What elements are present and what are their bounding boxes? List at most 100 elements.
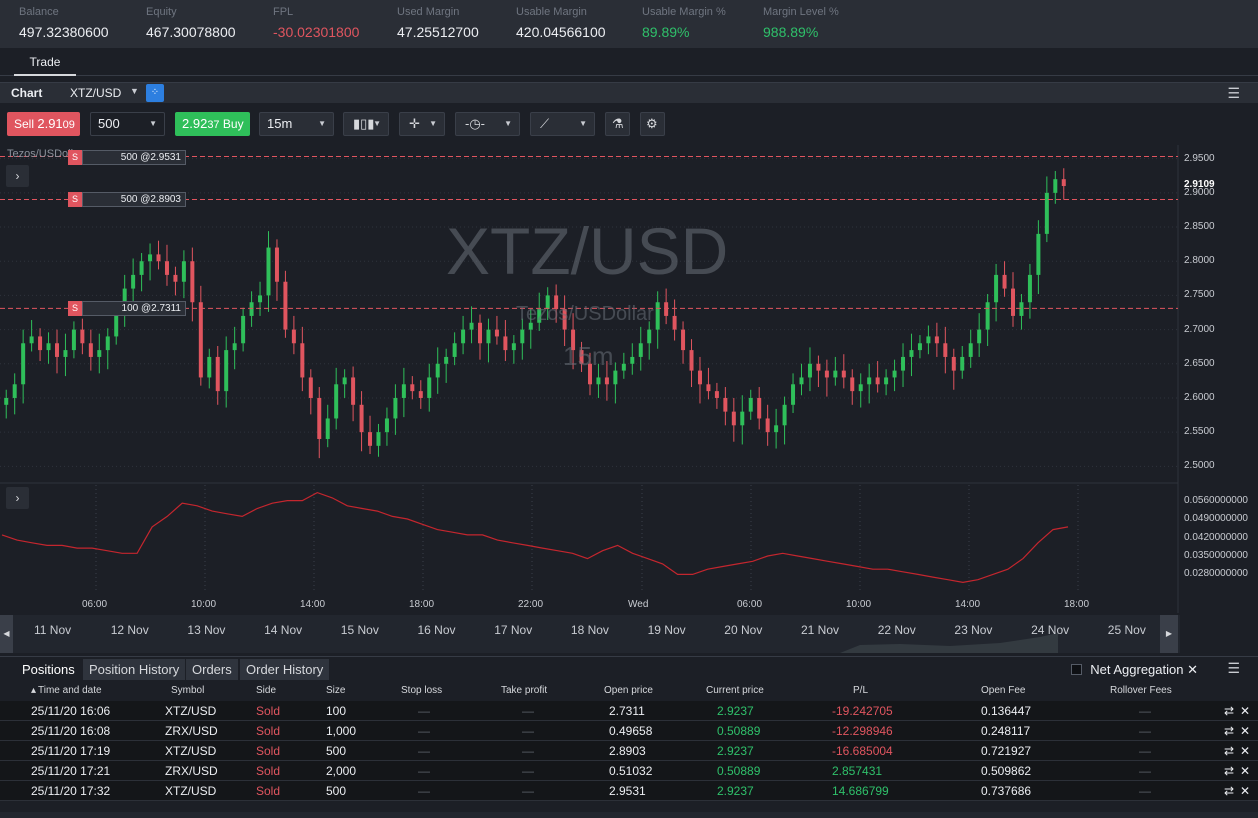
close-icon[interactable]: ✕ <box>1240 744 1250 758</box>
cell-take-profit: — <box>522 724 534 738</box>
chevron-left-icon: ◀ <box>3 629 10 638</box>
crosshair-button[interactable]: ✛ ▼ <box>399 112 445 136</box>
tab-position-history[interactable]: Position History <box>83 659 186 680</box>
chevron-down-icon: ▼ <box>149 119 157 128</box>
candle-body <box>224 350 229 392</box>
indicators-button[interactable]: ⚗ <box>605 112 630 136</box>
positions-table: 25/11/20 16:06 XTZ/USD Sold 100 — — 2.7311 2.92… <box>0 701 1258 801</box>
col-time[interactable]: Time and date <box>38 685 102 696</box>
order-side-badge: S <box>68 192 82 208</box>
link-icon[interactable]: ⁘ <box>146 84 164 102</box>
candle-body <box>613 370 618 385</box>
candle-body <box>858 384 863 392</box>
cell-size: 500 <box>326 784 347 798</box>
candle-body <box>291 329 296 344</box>
net-aggregation-toggle[interactable]: Net Aggregation ✕ <box>1071 662 1198 678</box>
col-symbol[interactable]: Symbol <box>171 685 204 696</box>
col-rollover-fees[interactable]: Rollover Fees <box>1110 685 1172 696</box>
cell-take-profit: — <box>522 704 534 718</box>
chevron-down-icon[interactable]: ▼ <box>130 86 139 96</box>
col-side[interactable]: Side <box>256 685 276 696</box>
summary-cell: Usable Margin 420.04566100 <box>497 0 623 48</box>
timeframe-select[interactable]: 15m ▼ <box>259 112 334 136</box>
order-side-badge: S <box>68 301 82 317</box>
close-icon[interactable]: ✕ <box>1240 724 1250 738</box>
candle-body <box>604 377 609 385</box>
order-tag[interactable]: S 500 @2.9531 <box>68 149 186 165</box>
summary-label: Used Margin <box>397 6 460 18</box>
time-tool-button[interactable]: -◷- ▼ <box>455 112 520 136</box>
price-tick-label: 2.5000 <box>1184 460 1215 472</box>
table-row[interactable]: 25/11/20 17:21 ZRX/USD Sold 2,000 — — 0.51032 0… <box>0 761 1258 781</box>
col-open-price[interactable]: Open price <box>604 685 653 696</box>
symbol-selector[interactable]: XTZ/USD <box>70 86 121 100</box>
cell-rollover: — <box>1139 784 1151 798</box>
time-tick-label: 22:00 <box>518 599 544 610</box>
navigator-right-handle[interactable]: ▶ <box>1160 615 1178 653</box>
order-tag-label: 500 @2.8903 <box>82 192 186 208</box>
sell-price-tail: 09 <box>62 119 75 131</box>
order-tag[interactable]: S 100 @2.7311 <box>68 301 186 317</box>
trendline-icon: ⟋ <box>540 116 550 131</box>
reverse-icon[interactable]: ⇄ <box>1224 704 1234 718</box>
price-tick-label: 2.8500 <box>1184 221 1215 233</box>
watermark-symbol: XTZ/USD <box>446 214 729 288</box>
close-icon[interactable]: ✕ <box>1187 662 1198 677</box>
cell-side: Sold <box>256 784 281 798</box>
candle-body <box>452 343 457 357</box>
tab-trade[interactable]: Trade <box>14 48 76 76</box>
tab-order-history[interactable]: Order History <box>240 659 330 680</box>
tab-positions[interactable]: Positions <box>16 659 81 680</box>
cell-pl: -16.685004 <box>832 744 893 758</box>
navigator-left-handle[interactable]: ◀ <box>0 615 13 653</box>
time-navigator[interactable]: 11 Nov 12 Nov 13 Nov 14 Nov 15 Nov 16 Nov 17 N… <box>0 615 1180 653</box>
table-row[interactable]: 25/11/20 17:32 XTZ/USD Sold 500 — — 2.9531 2.92… <box>0 781 1258 801</box>
candle-body <box>951 356 956 371</box>
close-icon[interactable]: ✕ <box>1240 784 1250 798</box>
chart-type-button[interactable]: ▮▯▮ ▼ <box>343 112 389 136</box>
candle-body <box>359 404 364 433</box>
hamburger-icon[interactable]: ☰ <box>1227 660 1240 677</box>
buy-button[interactable]: 2.9237 Buy <box>175 112 250 136</box>
candle-body <box>664 302 669 316</box>
candle-body <box>884 377 889 385</box>
col-current-price[interactable]: Current price <box>706 685 764 696</box>
table-row[interactable]: 25/11/20 16:06 XTZ/USD Sold 100 — — 2.7311 2.92… <box>0 701 1258 721</box>
draw-tool-button[interactable]: ⟋ ▼ <box>530 112 595 136</box>
reverse-icon[interactable]: ⇄ <box>1224 764 1234 778</box>
col-open-fee[interactable]: Open Fee <box>981 685 1025 696</box>
expand-indicator-button[interactable]: › <box>6 487 29 509</box>
candle-body <box>943 343 948 357</box>
settings-button[interactable]: ⚙ <box>640 112 665 136</box>
price-chart[interactable]: XTZ/USD Tezos/USDollar 15m Tezos/USDolla… <box>0 145 1258 655</box>
sell-button[interactable]: Sell 2.9109 <box>7 112 80 136</box>
table-row[interactable]: 25/11/20 17:19 XTZ/USD Sold 500 — — 2.8903 2.92… <box>0 741 1258 761</box>
chevron-down-icon: ▼ <box>373 119 381 128</box>
close-icon[interactable]: ✕ <box>1240 704 1250 718</box>
hamburger-icon[interactable]: ☰ <box>1227 85 1240 102</box>
col-stop-loss[interactable]: Stop loss <box>401 685 442 696</box>
table-row[interactable]: 25/11/20 16:08 ZRX/USD Sold 1,000 — — 0.49658 0… <box>0 721 1258 741</box>
sort-asc-icon[interactable]: ▴ <box>31 685 36 696</box>
col-size[interactable]: Size <box>326 685 345 696</box>
expand-legend-button[interactable]: › <box>6 165 29 187</box>
checkbox-icon[interactable] <box>1071 664 1083 675</box>
cell-stop-loss: — <box>418 704 430 718</box>
reverse-icon[interactable]: ⇄ <box>1224 784 1234 798</box>
candle-body <box>994 274 999 303</box>
cell-symbol: ZRX/USD <box>165 724 218 738</box>
candle-body <box>207 356 212 378</box>
quantity-select[interactable]: 500 ▼ <box>90 112 165 136</box>
tab-orders[interactable]: Orders <box>186 659 238 680</box>
col-pl[interactable]: P/L <box>853 685 868 696</box>
col-take-profit[interactable]: Take profit <box>501 685 547 696</box>
order-tag[interactable]: S 500 @2.8903 <box>68 192 186 208</box>
cell-rollover: — <box>1139 704 1151 718</box>
cell-open-fee: 0.721927 <box>981 744 1032 758</box>
cell-take-profit: — <box>522 784 534 798</box>
candle-body <box>968 343 973 357</box>
candle-body <box>714 391 719 398</box>
reverse-icon[interactable]: ⇄ <box>1224 744 1234 758</box>
reverse-icon[interactable]: ⇄ <box>1224 724 1234 738</box>
close-icon[interactable]: ✕ <box>1240 764 1250 778</box>
